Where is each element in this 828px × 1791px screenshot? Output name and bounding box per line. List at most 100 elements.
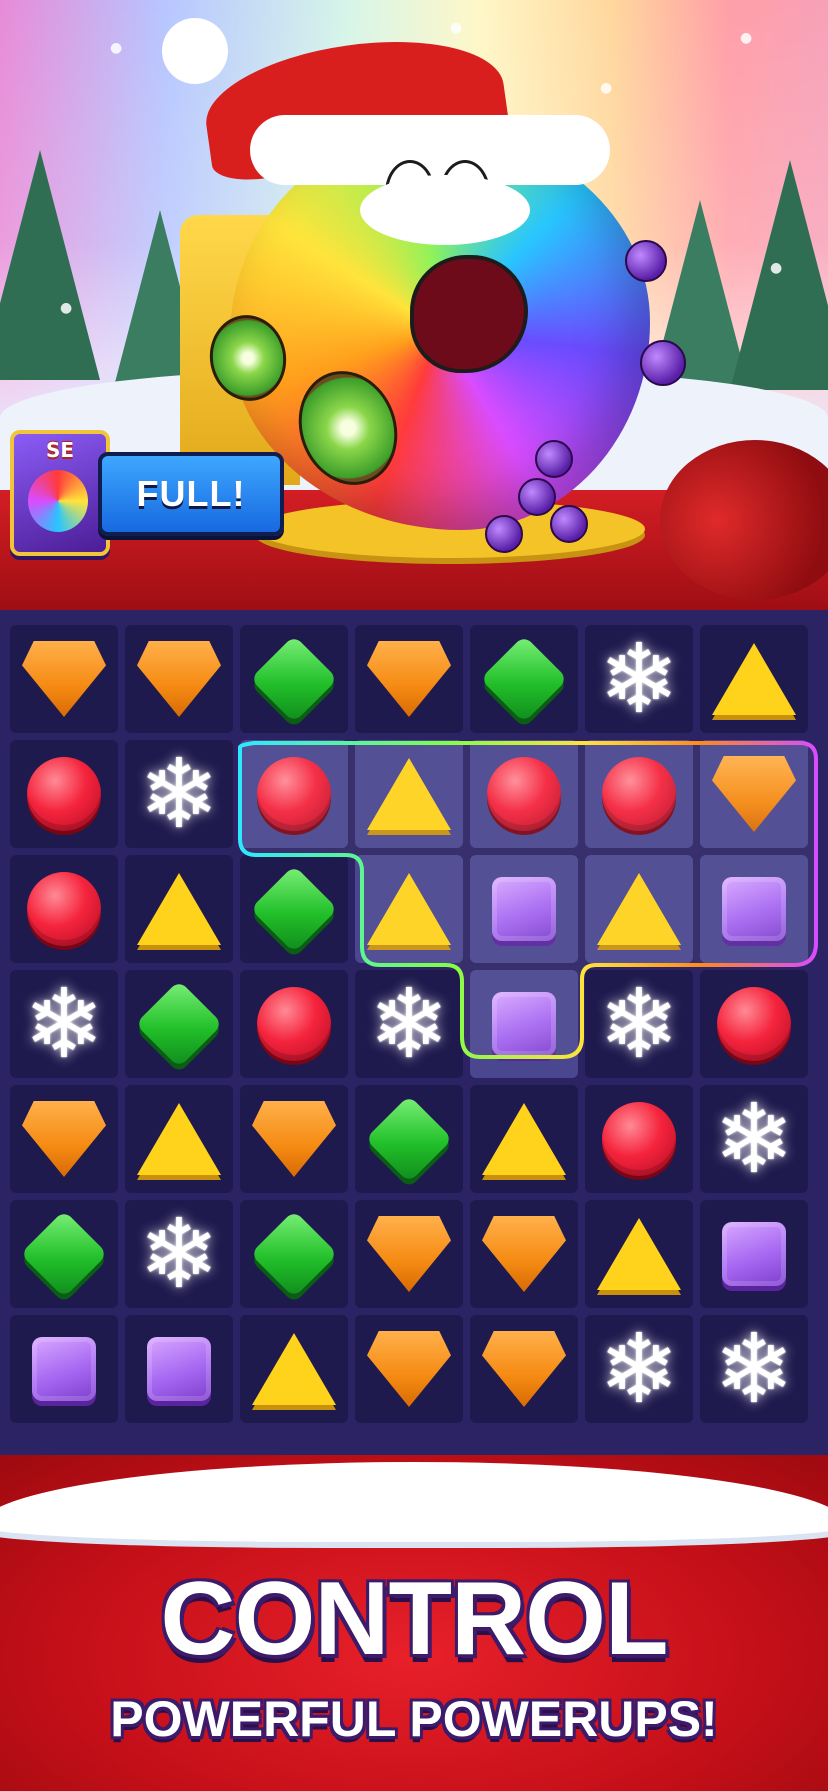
red-gem-icon: [257, 987, 331, 1061]
board-cell[interactable]: [240, 1315, 348, 1423]
board-cell[interactable]: [470, 1315, 578, 1423]
promo-title: CONTROL: [160, 1561, 668, 1677]
board-cell[interactable]: [700, 970, 808, 1078]
board-cell[interactable]: [10, 740, 118, 848]
board-cell[interactable]: ❄: [700, 1085, 808, 1193]
yellow-gem-icon: [137, 1103, 221, 1175]
board-cell[interactable]: [470, 1085, 578, 1193]
board-cell[interactable]: [585, 1085, 693, 1193]
board-cell[interactable]: [700, 740, 808, 848]
board-cell[interactable]: ❄: [125, 740, 233, 848]
board-cell[interactable]: ❄: [355, 970, 463, 1078]
snow-particle: ●: [110, 40, 123, 56]
gem-board: ❄ ❄ ❄ ❄ ❄ ❄ ❄ ❄ ❄: [10, 625, 818, 1435]
snowflake-powerup-icon: ❄: [138, 738, 220, 850]
board-cell[interactable]: [125, 970, 233, 1078]
santa-beard: [360, 175, 530, 245]
orange-gem-icon: [712, 756, 796, 832]
board-cell[interactable]: [10, 1085, 118, 1193]
board-cell[interactable]: [125, 1085, 233, 1193]
card-rarity-label: SE: [45, 438, 75, 462]
purple-gem-icon: [32, 1337, 96, 1401]
board-cell[interactable]: [240, 970, 348, 1078]
board-cell[interactable]: [10, 1315, 118, 1423]
grape: [485, 515, 523, 553]
card-character-portrait: [28, 470, 88, 532]
board-cell[interactable]: [240, 855, 348, 963]
green-gem-icon: [250, 865, 338, 953]
board-cell[interactable]: [700, 625, 808, 733]
yellow-gem-icon: [252, 1333, 336, 1405]
green-gem-icon: [250, 635, 338, 723]
board-cell[interactable]: [700, 855, 808, 963]
snowflake-powerup-icon: ❄: [368, 968, 450, 1080]
board-cell[interactable]: [125, 625, 233, 733]
green-gem-icon: [250, 1210, 338, 1298]
red-gem-icon: [27, 757, 101, 831]
red-gem-icon: [602, 757, 676, 831]
purple-gem-icon: [492, 877, 556, 941]
orange-gem-icon: [252, 1101, 336, 1177]
board-cell[interactable]: [355, 625, 463, 733]
green-gem-icon: [20, 1210, 108, 1298]
orange-gem-icon: [367, 1331, 451, 1407]
snow-particle: ●: [740, 30, 753, 46]
character-card[interactable]: SE: [10, 430, 110, 556]
board-cell[interactable]: [470, 970, 578, 1078]
board-cell[interactable]: [355, 1315, 463, 1423]
snow-particle: ●: [60, 300, 73, 316]
grape: [518, 478, 556, 516]
purple-gem-icon: [722, 877, 786, 941]
board-cell[interactable]: [240, 1085, 348, 1193]
board-cell[interactable]: [240, 740, 348, 848]
board-cell[interactable]: [585, 740, 693, 848]
board-cell[interactable]: [355, 1200, 463, 1308]
board-cell[interactable]: [10, 855, 118, 963]
red-gem-icon: [717, 987, 791, 1061]
snowflake-powerup-icon: ❄: [138, 1198, 220, 1310]
board-cell[interactable]: [10, 1200, 118, 1308]
snowflake-powerup-icon: ❄: [23, 968, 105, 1080]
snow-particle: ●: [600, 80, 613, 96]
board-cell[interactable]: [355, 740, 463, 848]
full-status-badge[interactable]: FULL!: [98, 452, 284, 536]
red-gem-icon: [602, 1102, 676, 1176]
purple-gem-icon: [722, 1222, 786, 1286]
green-gem-icon: [365, 1095, 453, 1183]
board-cell[interactable]: [355, 1085, 463, 1193]
board-cell[interactable]: ❄: [10, 970, 118, 1078]
board-cell[interactable]: [470, 625, 578, 733]
board-cell[interactable]: [470, 740, 578, 848]
board-cell[interactable]: ❄: [585, 970, 693, 1078]
green-gem-icon: [480, 635, 568, 723]
grape: [550, 505, 588, 543]
orange-gem-icon: [482, 1331, 566, 1407]
red-gem-icon: [487, 757, 561, 831]
board-cell[interactable]: ❄: [585, 625, 693, 733]
board-cell[interactable]: [355, 855, 463, 963]
board-cell[interactable]: ❄: [125, 1200, 233, 1308]
santa-hat-pompom: [162, 18, 228, 84]
board-cell[interactable]: ❄: [585, 1315, 693, 1423]
snowflake-powerup-icon: ❄: [713, 1313, 795, 1425]
board-cell[interactable]: [240, 1200, 348, 1308]
board-cell[interactable]: [240, 625, 348, 733]
board-cell[interactable]: [700, 1200, 808, 1308]
yellow-gem-icon: [137, 873, 221, 945]
board-cell[interactable]: [10, 625, 118, 733]
board-cell[interactable]: [585, 1200, 693, 1308]
board-cell[interactable]: ❄: [700, 1315, 808, 1423]
board-cell[interactable]: [585, 855, 693, 963]
yellow-gem-icon: [597, 873, 681, 945]
board-cell[interactable]: [470, 1200, 578, 1308]
snowflake-powerup-icon: ❄: [598, 623, 680, 735]
grape: [640, 340, 686, 386]
board-cell[interactable]: [125, 855, 233, 963]
snowflake-powerup-icon: ❄: [598, 968, 680, 1080]
yellow-gem-icon: [367, 758, 451, 830]
orange-gem-icon: [482, 1216, 566, 1292]
orange-gem-icon: [367, 1216, 451, 1292]
board-cell[interactable]: [470, 855, 578, 963]
board-cell[interactable]: [125, 1315, 233, 1423]
snow-particle: ●: [770, 260, 783, 276]
